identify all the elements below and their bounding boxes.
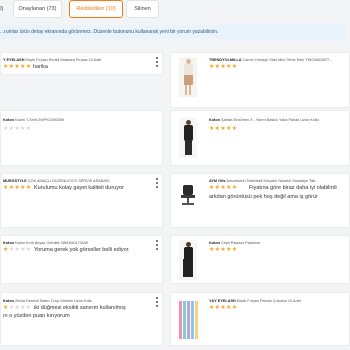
rating-stars: ★★★★★ [209,126,238,132]
rating-stars: ★★★★★ [3,64,32,70]
review-comment: Fiyatına göre biraz daha iyi olabilirdi [249,185,337,191]
product-image[interactable] [177,184,199,206]
review-card: Koton Zebra Desenli Saten Crop Gömlek Uz… [0,292,163,346]
product-title[interactable]: Koton Zebra Desenli Saten Crop Gömlek Uz… [3,299,92,303]
review-card: Koton Şahika Ercümen X - Yarım Baskılı Y… [170,110,350,166]
review-comment: harika [33,64,48,70]
review-card: TRENDYOLMILLA Camel Yıtmaçlı Süet Mini Ö… [170,52,350,108]
info-banner: ...rumlar ürün detay ekranında görünmez.… [0,25,345,39]
more-vertical-icon[interactable] [155,240,159,250]
product-title[interactable]: Y&Y EYELASH Kirpik Fırçası Pamuk Çubuklu… [209,299,301,303]
tab-pending[interactable]: (0) [0,0,8,18]
rating-stars: ★★★★★ [209,305,238,311]
review-card: Y EYELASH Kirpik Fırçası Renkli Maskara … [0,52,163,75]
review-comment: ın o yüzden puan kırıyorum [3,313,70,319]
product-title[interactable]: Koton Kadın Kırık Beyaz Gömlek 3WAK60173… [3,241,88,245]
product-image[interactable] [179,240,197,280]
rating-stars: ★★★★★ [3,185,32,191]
review-card: AYM Ofis Amortisörlü Tekerlekli Kolçaklı… [170,173,350,228]
more-vertical-icon[interactable] [155,178,159,188]
product-title[interactable]: TRENDYOLMILLA Camel Yıtmaçlı Süet Mini Ö… [209,58,332,62]
product-image[interactable] [177,299,201,341]
review-comment: arkdan görüntüsü pek hoş değil ama iş gö… [209,194,318,200]
product-title[interactable]: Y EYELASH Kirpik Fırçası Renkli Maskara … [3,58,101,62]
rating-stars: ★★★★★ [209,64,238,70]
tab-approved[interactable]: Onaylanan (73) [13,0,62,18]
product-title[interactable]: Koton Cepli Palazzo Pantolon [209,241,260,245]
more-vertical-icon[interactable] [155,57,159,67]
more-vertical-icon[interactable] [155,297,159,307]
review-comment: Yoruma gerek yok görseller belli ediyor. [34,247,130,253]
rating-stars: ★★★★★ [209,247,238,253]
review-card: Koton Kadın Kırık Beyaz Gömlek 3WAK60173… [0,235,163,284]
product-title[interactable]: MURGSTYLE ÇOK AMAÇLI DÜZENLEYİCİ SERVİS … [3,179,110,183]
review-card: Koton Cepli Palazzo Pantolon ★★★★★ [170,235,350,284]
rating-stars: ★★★★★ [3,247,32,253]
rating-stars: ★★★★★ [209,185,238,191]
product-title[interactable]: AYM Ofis Amortisörlü Tekerlekli Kolçaklı… [209,179,318,183]
review-comment: Kurulumu kolay gayet kaliteli duruyor [34,185,124,191]
tab-deleted[interactable]: Silinen [126,0,159,18]
tab-rejected[interactable]: Reddedilen (10) [69,0,123,18]
review-card: Y&Y EYELASH Kirpik Fırçası Pamuk Çubuklu… [170,292,350,346]
review-tabs: (0) Onaylanan (73) Reddedilen (10) Silin… [0,0,350,20]
rating-stars: ★★★★★ [3,305,32,311]
product-image[interactable] [179,57,197,97]
review-card: Koton Kadın T-Shirt 2WFK10002BK ★★★★★ [0,110,163,166]
product-image[interactable] [179,118,197,158]
product-title[interactable]: Koton Şahika Ercümen X - Yarım Baskılı Y… [209,118,319,122]
product-title[interactable]: Koton Kadın T-Shirt 2WFK10002BK [3,118,64,122]
rating-stars: ★★★★★ [3,126,32,132]
review-card: MURGSTYLE ÇOK AMAÇLI DÜZENLEYİCİ SERVİS … [0,173,163,228]
review-comment: iki düğmesi eksikti sanırım kullanılmış [34,305,126,311]
